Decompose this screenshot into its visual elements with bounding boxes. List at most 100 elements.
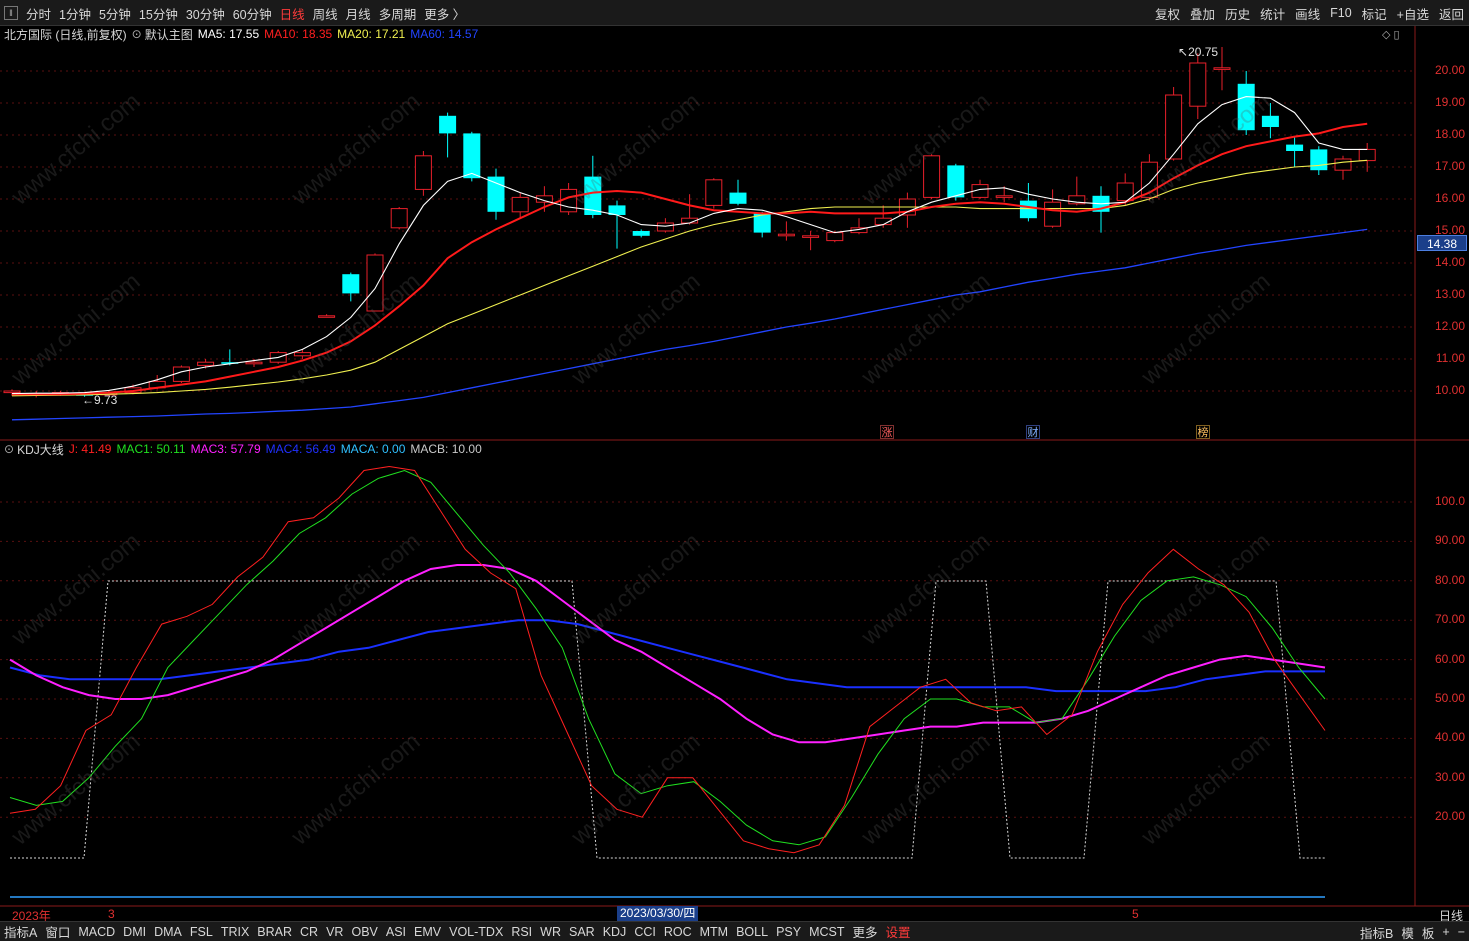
indicator-tab[interactable]: SAR bbox=[565, 925, 599, 939]
kdj-mac3-value: MAC3: 57.79 bbox=[190, 442, 261, 456]
collapse-icon[interactable]: ‖ bbox=[4, 6, 18, 20]
indicator-tab[interactable]: BRAR bbox=[253, 925, 296, 939]
zoom-in-button[interactable]: + bbox=[1438, 925, 1453, 939]
candle-body-up bbox=[656, 222, 674, 232]
stats-button[interactable]: 统计 bbox=[1255, 4, 1290, 23]
tab-period[interactable]: 周线 bbox=[309, 4, 342, 23]
signal-band-line bbox=[10, 580, 1325, 859]
indicator-tab[interactable]: DMI bbox=[119, 925, 150, 939]
candle-body-up bbox=[511, 196, 529, 213]
indicator-tab[interactable]: DMA bbox=[150, 925, 186, 939]
watermark-text: www.cfchi.com bbox=[566, 528, 706, 651]
ma20-value: MA20: 17.21 bbox=[337, 27, 406, 41]
tab-period[interactable]: 30分钟 bbox=[182, 4, 229, 23]
indicator-tab[interactable]: KDJ bbox=[599, 925, 631, 939]
indicator-tab[interactable]: PSY bbox=[772, 925, 805, 939]
candle-body-up bbox=[1044, 201, 1062, 227]
watermark-text: www.cfchi.com bbox=[1136, 528, 1276, 651]
indicator-tab[interactable]: ROC bbox=[660, 925, 696, 939]
kdj-tick-label: 100.0 bbox=[1434, 494, 1465, 508]
indicator-icon[interactable]: ⊙ bbox=[4, 442, 14, 456]
candle-body-down bbox=[1310, 149, 1328, 171]
tab-period[interactable]: 多周期 bbox=[375, 4, 421, 23]
kdj-info-line: ⊙ KDJ大线 J: 41.49 MAC1: 50.11 MAC3: 57.79… bbox=[4, 441, 487, 458]
history-button[interactable]: 历史 bbox=[1220, 4, 1255, 23]
watermark-text: www.cfchi.com bbox=[566, 268, 706, 391]
candle-body-down bbox=[1286, 144, 1304, 151]
panel-icons[interactable]: ◇ ▯ bbox=[1382, 28, 1400, 41]
indicator-tab[interactable]: FSL bbox=[186, 925, 217, 939]
tab-period[interactable]: 分时 bbox=[22, 4, 55, 23]
indicator-tab[interactable]: MTM bbox=[696, 925, 732, 939]
template-icon[interactable]: ⊙ bbox=[132, 27, 142, 41]
indicator-tab[interactable]: 更多 bbox=[849, 922, 882, 941]
watermark-text: www.cfchi.com bbox=[856, 528, 996, 651]
indicator-b-tab[interactable]: 指标B bbox=[1356, 923, 1397, 941]
candle-body-up bbox=[826, 232, 844, 242]
template-name[interactable]: 默认主图 bbox=[145, 26, 193, 43]
back-button[interactable]: 返回 bbox=[1434, 4, 1469, 23]
kdj-title[interactable]: KDJ大线 bbox=[17, 441, 64, 458]
indicator-tab[interactable]: MCST bbox=[805, 925, 848, 939]
date-month-5: 5 bbox=[1132, 907, 1139, 921]
tab-period-active[interactable]: 日线 bbox=[276, 4, 309, 23]
indicator-tab[interactable]: CCI bbox=[630, 925, 660, 939]
template-tab[interactable]: 模 bbox=[1397, 923, 1418, 941]
indicator-tab[interactable]: 窗口 bbox=[41, 922, 74, 941]
watermark-text: www.cfchi.com bbox=[286, 88, 426, 211]
ranking-marker[interactable]: 榜 bbox=[1196, 425, 1210, 439]
kdj-tick-label: 30.00 bbox=[1434, 769, 1465, 784]
kdj-j-value: J: 41.49 bbox=[68, 442, 112, 456]
kdj-tick-label: 20.00 bbox=[1434, 809, 1465, 824]
limit-up-marker[interactable]: 涨 bbox=[880, 425, 894, 439]
toolbar-actions: 复权 叠加 历史 统计 画线 F10 标记 +自选 返回 bbox=[1150, 0, 1469, 26]
candle-body-down bbox=[463, 133, 481, 179]
tab-period[interactable]: 60分钟 bbox=[229, 4, 276, 23]
ma60-value: MA60: 14.57 bbox=[410, 27, 479, 41]
indicator-tab[interactable]: ASI bbox=[382, 925, 410, 939]
tab-period[interactable]: 15分钟 bbox=[135, 4, 182, 23]
tab-more[interactable]: 更多 〉 bbox=[420, 4, 469, 23]
adjust-button[interactable]: 复权 bbox=[1150, 4, 1185, 23]
kdj-maca-value: MACA: 0.00 bbox=[340, 442, 406, 456]
indicator-tab[interactable]: OBV bbox=[347, 925, 381, 939]
indicator-tab[interactable]: VOL-TDX bbox=[445, 925, 507, 939]
draw-button[interactable]: 画线 bbox=[1290, 4, 1325, 23]
high-value: 20.75 bbox=[1188, 45, 1219, 59]
indicator-tab[interactable]: EMV bbox=[410, 925, 445, 939]
indicator-tab[interactable]: 指标A bbox=[0, 922, 41, 941]
watermark-text: www.cfchi.com bbox=[6, 88, 146, 211]
indicator-tab[interactable]: TRIX bbox=[217, 925, 253, 939]
candle-body-up bbox=[1334, 158, 1352, 171]
indicator-tabs: 指标A 窗口 MACD DMI DMA FSL TRIX BRAR CR VR OBV ASI EMV V… bbox=[0, 921, 1469, 941]
price-tick-label: 10.00 bbox=[1434, 383, 1465, 397]
indicator-tab[interactable]: BOLL bbox=[732, 925, 772, 939]
tab-period[interactable]: 5分钟 bbox=[95, 4, 135, 23]
price-tick-label: 13.00 bbox=[1434, 287, 1465, 301]
indicator-tab[interactable]: RSI bbox=[507, 925, 536, 939]
overlay-button[interactable]: 叠加 bbox=[1185, 4, 1220, 23]
price-tick-label: 19.00 bbox=[1434, 95, 1465, 109]
tab-period[interactable]: 月线 bbox=[342, 4, 375, 23]
chart-canvas[interactable]: www.cfchi.com www.cfchi.com www.cfchi.com w… bbox=[0, 26, 1469, 921]
indicator-tab[interactable]: VR bbox=[322, 925, 347, 939]
main-info-line: 北方国际 (日线,前复权) ⊙ 默认主图 MA5: 17.55 MA10: 18… bbox=[4, 26, 483, 43]
watermark-text: www.cfchi.com bbox=[1136, 268, 1276, 391]
watermark-text: www.cfchi.com bbox=[6, 728, 146, 851]
tab-period[interactable]: 1分钟 bbox=[55, 4, 95, 23]
indicator-tab[interactable]: WR bbox=[536, 925, 565, 939]
f10-button[interactable]: F10 bbox=[1325, 6, 1357, 20]
candle-body-up bbox=[414, 155, 432, 190]
candle-body-down bbox=[487, 176, 505, 212]
zoom-out-button[interactable]: − bbox=[1454, 925, 1469, 939]
ma5-value: MA5: 17.55 bbox=[197, 27, 260, 41]
mark-button[interactable]: 标记 bbox=[1357, 4, 1392, 23]
candle-body-up bbox=[1213, 67, 1231, 70]
add-watchlist-button[interactable]: +自选 bbox=[1392, 4, 1434, 23]
indicator-tab[interactable]: MACD bbox=[74, 925, 119, 939]
panel-tab[interactable]: 板 bbox=[1418, 923, 1439, 941]
indicator-tab[interactable]: CR bbox=[296, 925, 322, 939]
indicator-tab[interactable]: 设置 bbox=[882, 922, 915, 941]
finance-marker[interactable]: 财 bbox=[1026, 425, 1040, 439]
kdj-chart bbox=[9, 465, 1326, 898]
